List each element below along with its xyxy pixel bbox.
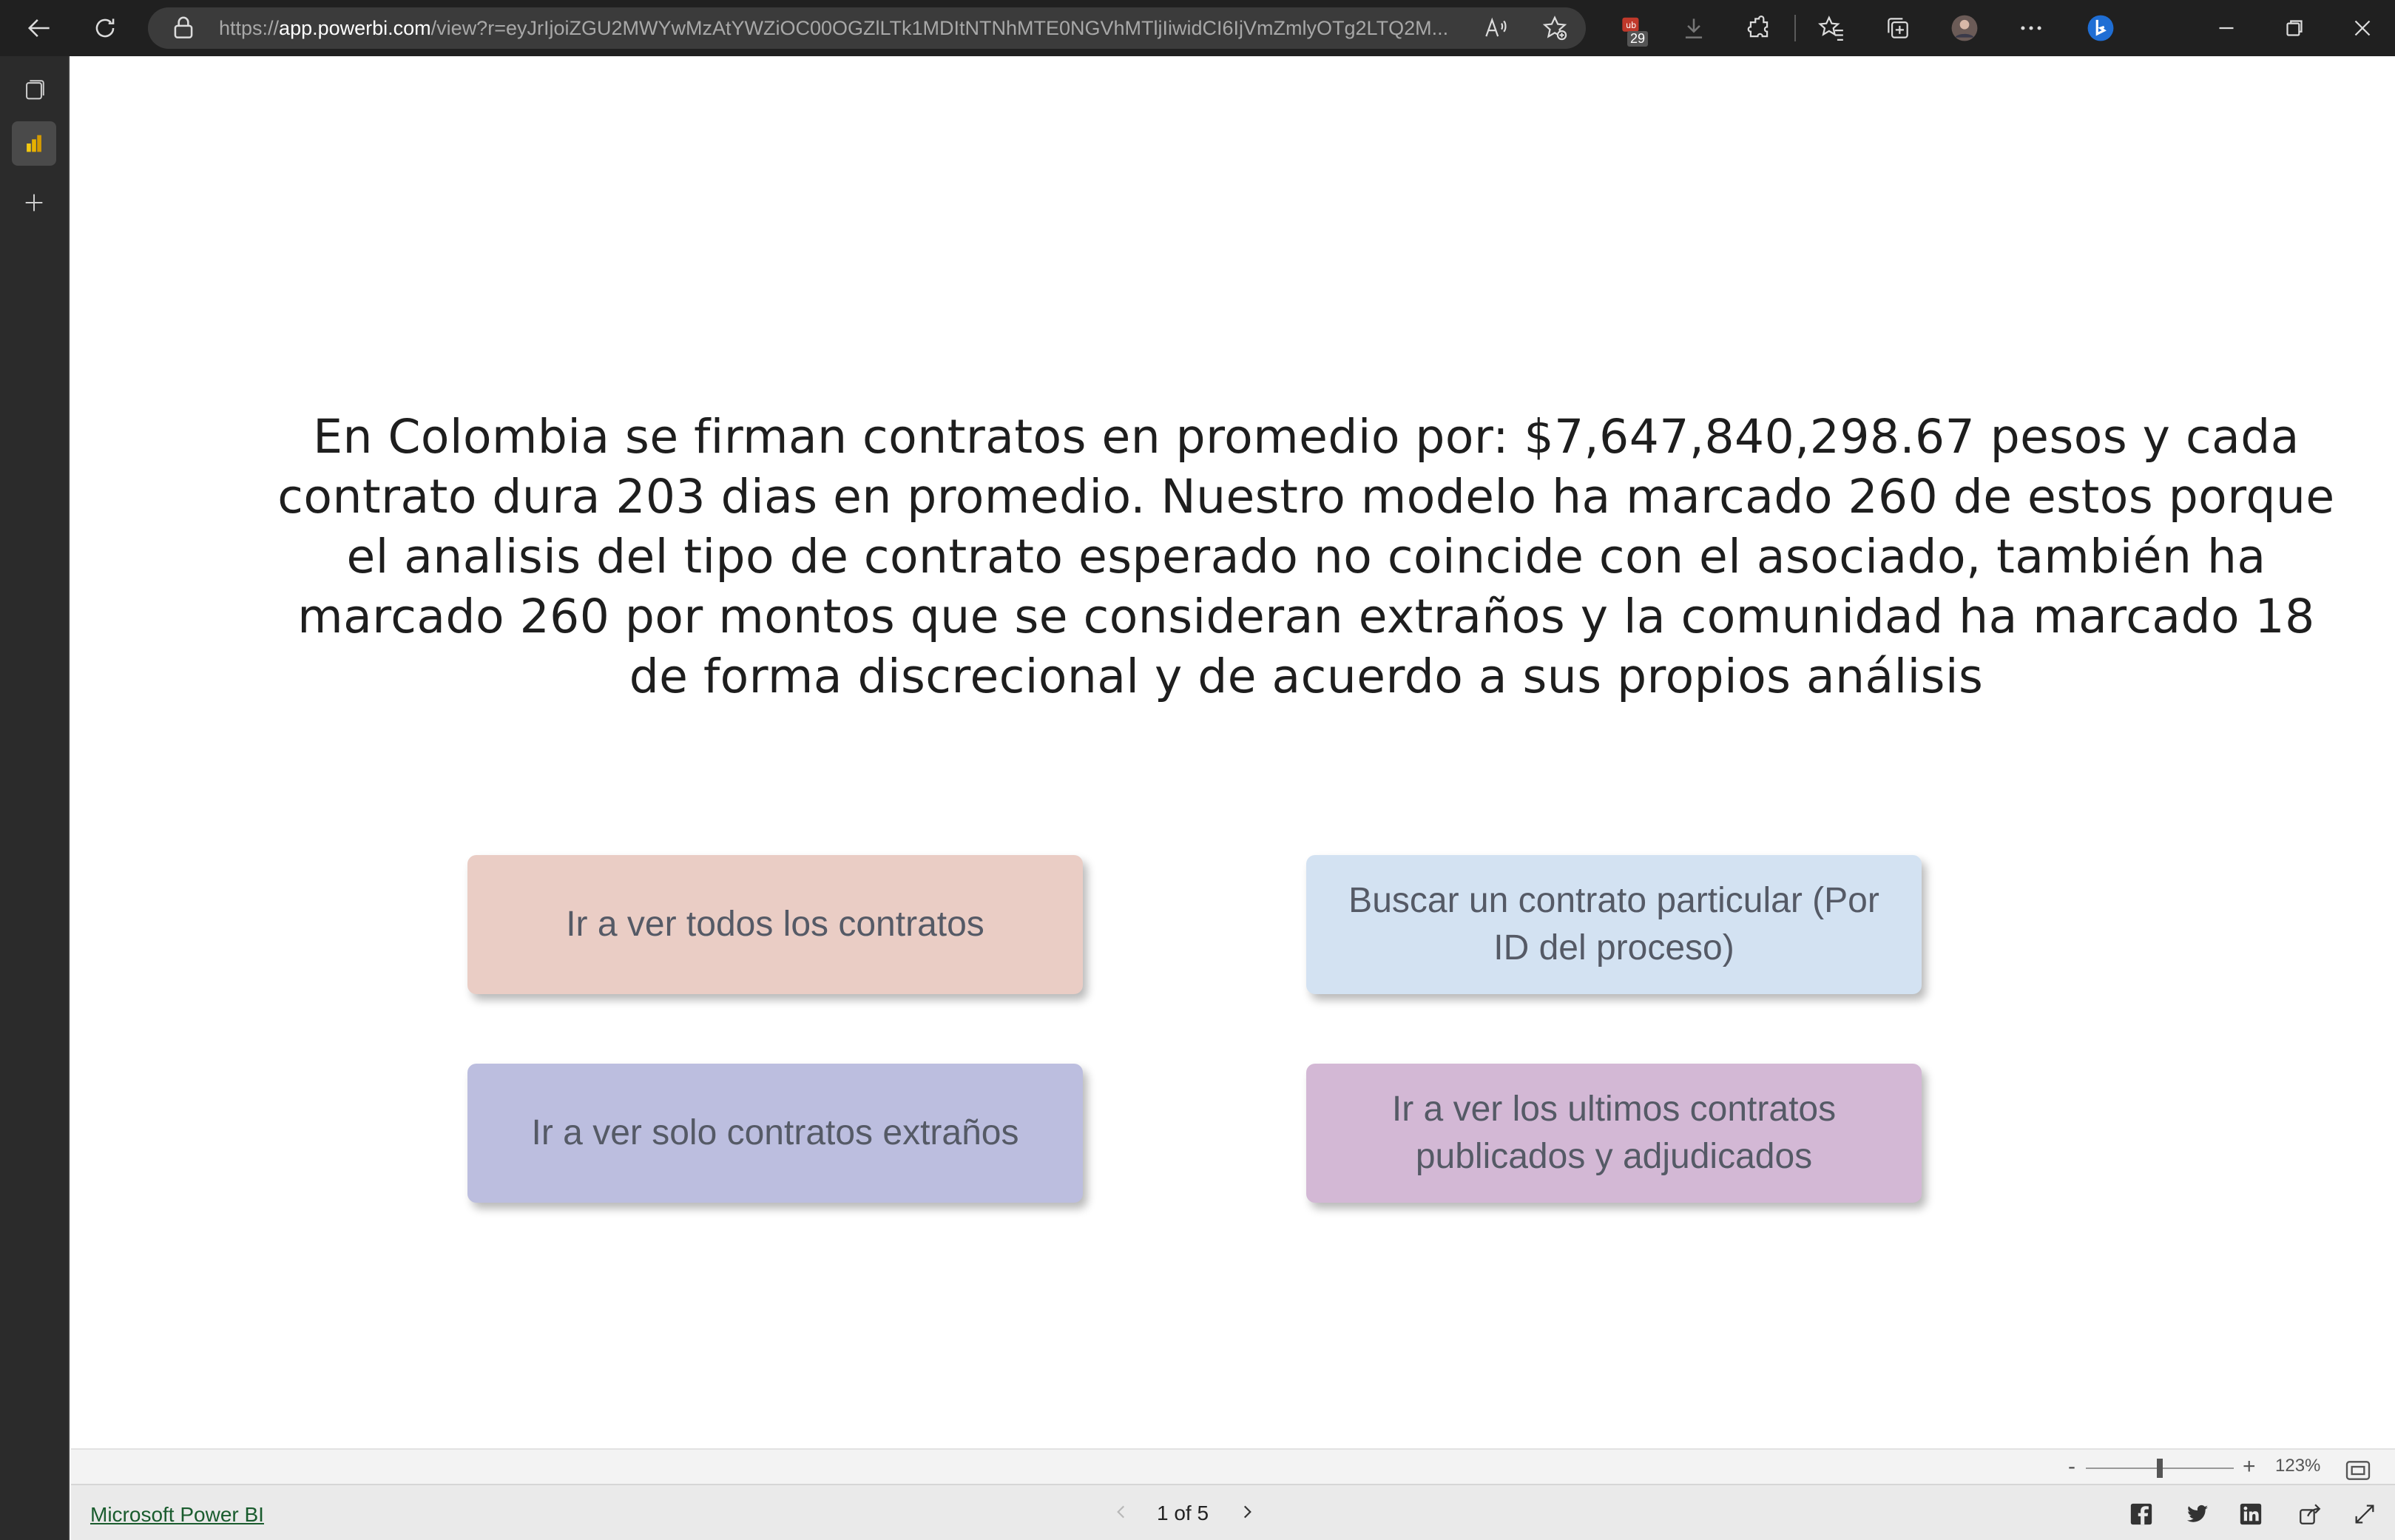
fit-to-page-icon[interactable] bbox=[2343, 1456, 2373, 1480]
search-contract-button[interactable]: Buscar un contrato particular (Por ID de… bbox=[1306, 855, 1922, 994]
search-contract-label: Buscar un contrato particular (Por ID de… bbox=[1348, 881, 1879, 967]
extension-icon[interactable]: ub 29 bbox=[1612, 9, 1651, 47]
bing-icon[interactable] bbox=[2081, 9, 2120, 47]
zoom-in-button[interactable]: + bbox=[2243, 1454, 2256, 1479]
puzzle-icon[interactable] bbox=[1740, 9, 1778, 47]
twitter-icon[interactable] bbox=[2183, 1500, 2212, 1528]
page-indicator: 1 of 5 bbox=[1156, 1502, 1209, 1524]
favorite-add-icon[interactable] bbox=[1536, 9, 1574, 47]
address-bar[interactable]: https://app.powerbi.com/view?r=eyJrIjoiZ… bbox=[148, 7, 1586, 49]
new-tab-icon[interactable] bbox=[12, 180, 56, 225]
next-page-icon[interactable] bbox=[1232, 1497, 1262, 1527]
profile-avatar[interactable] bbox=[1945, 9, 1984, 47]
view-strange-contracts-button[interactable]: Ir a ver solo contratos extraños bbox=[467, 1064, 1083, 1203]
download-icon[interactable] bbox=[1675, 9, 1713, 47]
facebook-icon[interactable] bbox=[2127, 1500, 2155, 1528]
back-icon[interactable] bbox=[21, 9, 59, 47]
more-icon[interactable] bbox=[2012, 9, 2050, 47]
tab-actions-icon[interactable] bbox=[12, 68, 56, 112]
minimize-icon[interactable] bbox=[2207, 9, 2246, 47]
powerbi-brand-link[interactable]: Microsoft Power BI bbox=[90, 1503, 264, 1527]
url-prefix: https:// bbox=[219, 17, 280, 39]
previous-page-icon[interactable] bbox=[1107, 1497, 1136, 1527]
view-all-contracts-button[interactable]: Ir a ver todos los contratos bbox=[467, 855, 1083, 994]
report-headline: En Colombia se firman contratos en prome… bbox=[277, 410, 2335, 703]
powerbi-tab-icon[interactable] bbox=[12, 121, 56, 166]
view-latest-contracts-label: Ir a ver los ultimos contratos publicado… bbox=[1391, 1090, 1837, 1176]
favorites-icon[interactable] bbox=[1812, 9, 1851, 47]
restore-icon[interactable] bbox=[2275, 9, 2314, 47]
lock-icon[interactable] bbox=[164, 9, 203, 47]
view-all-contracts-label: Ir a ver todos los contratos bbox=[566, 905, 984, 944]
zoom-slider-thumb[interactable] bbox=[2157, 1459, 2163, 1478]
linkedin-icon[interactable] bbox=[2237, 1500, 2265, 1528]
url-path: /view?r=eyJrIjoiZGU2MWYwMzAtYWZiOC00OGZl… bbox=[430, 17, 1449, 39]
share-icon[interactable] bbox=[2296, 1500, 2324, 1528]
report-footer: Microsoft Power BI 1 of 5 bbox=[71, 1484, 2395, 1540]
zoom-out-button[interactable]: - bbox=[2068, 1454, 2075, 1479]
browser-toolbar: https://app.powerbi.com/view?r=eyJrIjoiZ… bbox=[0, 0, 2395, 56]
zoom-bar: - + 123% bbox=[71, 1448, 2395, 1484]
read-aloud-icon[interactable] bbox=[1476, 9, 1515, 47]
close-icon[interactable] bbox=[2343, 9, 2382, 47]
view-latest-contracts-button[interactable]: Ir a ver los ultimos contratos publicado… bbox=[1306, 1064, 1922, 1203]
report-canvas: En Colombia se firman contratos en prome… bbox=[71, 56, 2395, 1448]
extension-badge: 29 bbox=[1627, 31, 1649, 47]
refresh-icon[interactable] bbox=[86, 9, 124, 47]
toolbar-divider bbox=[1794, 15, 1796, 41]
fullscreen-icon[interactable] bbox=[2351, 1500, 2379, 1528]
view-strange-contracts-label: Ir a ver solo contratos extraños bbox=[531, 1113, 1019, 1152]
url-text[interactable]: https://app.powerbi.com/view?r=eyJrIjoiZ… bbox=[219, 7, 1609, 49]
url-host: app.powerbi.com bbox=[279, 17, 431, 39]
svg-text:ub: ub bbox=[1626, 21, 1636, 30]
zoom-level: 123% bbox=[2275, 1456, 2321, 1476]
collections-icon[interactable] bbox=[1879, 9, 1917, 47]
vertical-tabs-sidebar bbox=[0, 56, 70, 1540]
